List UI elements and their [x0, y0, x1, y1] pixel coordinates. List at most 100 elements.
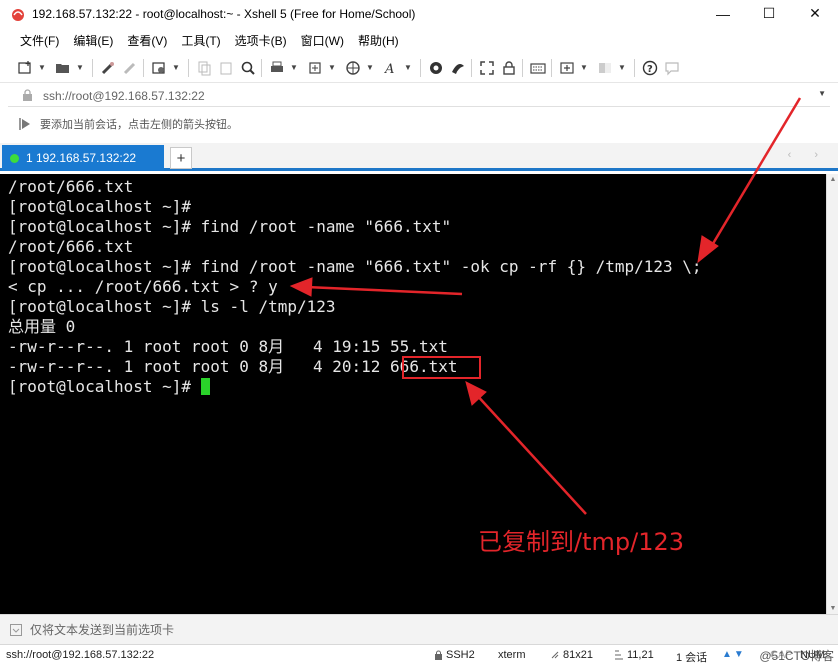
terminal-prompt: [root@localhost ~]#: [8, 377, 201, 396]
vertical-scrollbar[interactable]: ▲ ▼: [826, 174, 838, 614]
compose-bar[interactable]: 仅将文本发送到当前选项卡: [0, 614, 838, 644]
font-icon[interactable]: A: [382, 59, 400, 77]
add-session-arrow-icon[interactable]: [18, 117, 32, 131]
tab-session-1[interactable]: 1 192.168.57.132:22: [2, 145, 164, 171]
xshell-app-icon[interactable]: [10, 6, 26, 22]
help-icon[interactable]: ?: [641, 59, 659, 77]
status-sessions: 1 会话: [676, 652, 708, 664]
xftp-icon[interactable]: [427, 59, 445, 77]
minimize-button[interactable]: —: [700, 0, 746, 27]
terminal-line: 总用量 0: [8, 317, 76, 336]
resize-icon: [551, 651, 559, 659]
address-input[interactable]: ssh://root@192.168.57.132:22: [43, 89, 205, 103]
upload-icon: ▲: [722, 649, 732, 660]
connect-icon[interactable]: [99, 59, 117, 77]
add-pane-icon[interactable]: [558, 59, 576, 77]
lock-icon: [22, 89, 33, 102]
status-transfer: ▲ ▼: [722, 649, 744, 660]
status-protocol: SSH2: [434, 649, 475, 661]
watermark: @51CTO博客: [759, 649, 834, 663]
terminal[interactable]: /root/666.txt [root@localhost ~]# [root@…: [0, 174, 826, 614]
find-icon[interactable]: [239, 59, 257, 77]
add-tab-button[interactable]: +: [170, 147, 192, 169]
toolbar-separator: [188, 58, 189, 77]
terminal-line: /root/666.txt: [8, 177, 134, 196]
fullscreen-icon[interactable]: [478, 59, 496, 77]
chevron-down-icon[interactable]: ▼: [328, 59, 336, 77]
open-folder-icon[interactable]: [54, 59, 72, 77]
menu-edit[interactable]: 编辑(E): [73, 32, 113, 49]
menu-view[interactable]: 查看(V): [127, 32, 167, 49]
status-position: 11,21: [614, 649, 654, 661]
status-connection: ssh://root@192.168.57.132:22: [6, 649, 155, 661]
chevron-down-icon[interactable]: ▼: [404, 59, 412, 77]
xmanager-icon[interactable]: [449, 59, 467, 77]
hint-text: 要添加当前会话，点击左侧的箭头按钮。: [40, 119, 238, 131]
paste-icon[interactable]: [217, 59, 235, 77]
globe-icon[interactable]: [344, 59, 362, 77]
chevron-down-icon[interactable]: ▼: [366, 59, 374, 77]
status-size-label: 81x21: [563, 649, 593, 661]
status-position-label: 11,21: [627, 649, 654, 661]
menu-bar: 文件(F) 编辑(E) 查看(V) 工具(T) 选项卡(B) 窗口(W) 帮助(…: [0, 27, 838, 53]
chevron-down-icon[interactable]: ▼: [172, 59, 180, 77]
terminal-line: [root@localhost ~]# ls -l /tmp/123: [8, 297, 336, 316]
terminal-prompt-line: [root@localhost ~]#: [8, 377, 826, 397]
status-size: 81x21: [550, 649, 593, 661]
download-icon: ▼: [733, 649, 744, 660]
menu-help[interactable]: 帮助(H): [358, 32, 399, 49]
svg-text:A: A: [384, 62, 394, 76]
chat-icon[interactable]: [663, 59, 681, 77]
chevron-down-icon[interactable]: ▼: [290, 59, 298, 77]
tab-scroll-arrows[interactable]: ‹ ›: [788, 149, 828, 161]
new-session-icon[interactable]: [16, 59, 34, 77]
menu-window[interactable]: 窗口(W): [301, 32, 344, 49]
lock-icon: [435, 650, 442, 660]
properties-icon[interactable]: [150, 59, 168, 77]
lock-icon[interactable]: [500, 59, 518, 77]
print-icon[interactable]: [268, 59, 286, 77]
copy-icon[interactable]: [195, 59, 213, 77]
layout-icon[interactable]: [596, 59, 614, 77]
svg-text:?: ?: [647, 64, 653, 75]
chevron-down-icon[interactable]: ▼: [618, 59, 626, 77]
scroll-down-icon[interactable]: ▼: [827, 605, 838, 612]
terminal-line: -rw-r--r--. 1 root root 0 8月 4 19:15 55.…: [8, 337, 448, 356]
toolbar-separator: [143, 58, 144, 77]
menu-file[interactable]: 文件(F): [20, 32, 59, 49]
toolbar-separator: [551, 58, 552, 77]
compose-menu-icon[interactable]: [10, 623, 22, 636]
toolbar-separator: [92, 58, 93, 77]
disconnect-icon[interactable]: [121, 59, 139, 77]
address-bar[interactable]: ssh://root@192.168.57.132:22 ▼: [8, 85, 830, 107]
status-bar: ssh://root@192.168.57.132:22 SSH2 xterm …: [0, 644, 838, 664]
toolbar-separator: [634, 58, 635, 77]
menu-tools[interactable]: 工具(T): [181, 32, 220, 49]
chevron-down-icon[interactable]: ▼: [76, 59, 84, 77]
toolbar: ▼ ▼ ▼ ▼ ▼ ▼ A ▼ ▼ ▼ ?: [0, 53, 838, 83]
menu-tabs[interactable]: 选项卡(B): [235, 32, 287, 49]
annotation-label: 已复制到/tmp/123: [478, 528, 685, 556]
connected-status-icon: [10, 153, 19, 163]
cursor-position-icon: [615, 650, 623, 660]
compose-placeholder[interactable]: 仅将文本发送到当前选项卡: [30, 621, 174, 638]
scroll-up-icon[interactable]: ▲: [827, 176, 838, 183]
window-controls: — ☐ ✕: [700, 0, 838, 27]
maximize-button[interactable]: ☐: [746, 0, 792, 27]
transfer-icon[interactable]: [306, 59, 324, 77]
toolbar-separator: [420, 58, 421, 77]
tab-bar: 1 192.168.57.132:22 + ‹ ›: [0, 143, 838, 171]
close-button[interactable]: ✕: [792, 0, 838, 27]
terminal-line: < cp ... /root/666.txt > ? y: [8, 277, 278, 296]
keyboard-icon[interactable]: [529, 59, 547, 77]
tab-label: 1 192.168.57.132:22: [26, 151, 137, 165]
status-term: xterm: [498, 649, 526, 661]
chevron-down-icon[interactable]: ▼: [580, 59, 588, 77]
chevron-down-icon[interactable]: ▼: [818, 89, 826, 98]
annotation-highlight-box: [402, 356, 481, 379]
status-protocol-label: SSH2: [446, 649, 475, 661]
terminal-line: [root@localhost ~]#: [8, 197, 192, 216]
chevron-down-icon[interactable]: ▼: [38, 59, 46, 77]
session-hint-bar: 要添加当前会话，点击左侧的箭头按钮。: [8, 113, 830, 135]
terminal-line: [root@localhost ~]# find /root -name "66…: [8, 257, 702, 276]
